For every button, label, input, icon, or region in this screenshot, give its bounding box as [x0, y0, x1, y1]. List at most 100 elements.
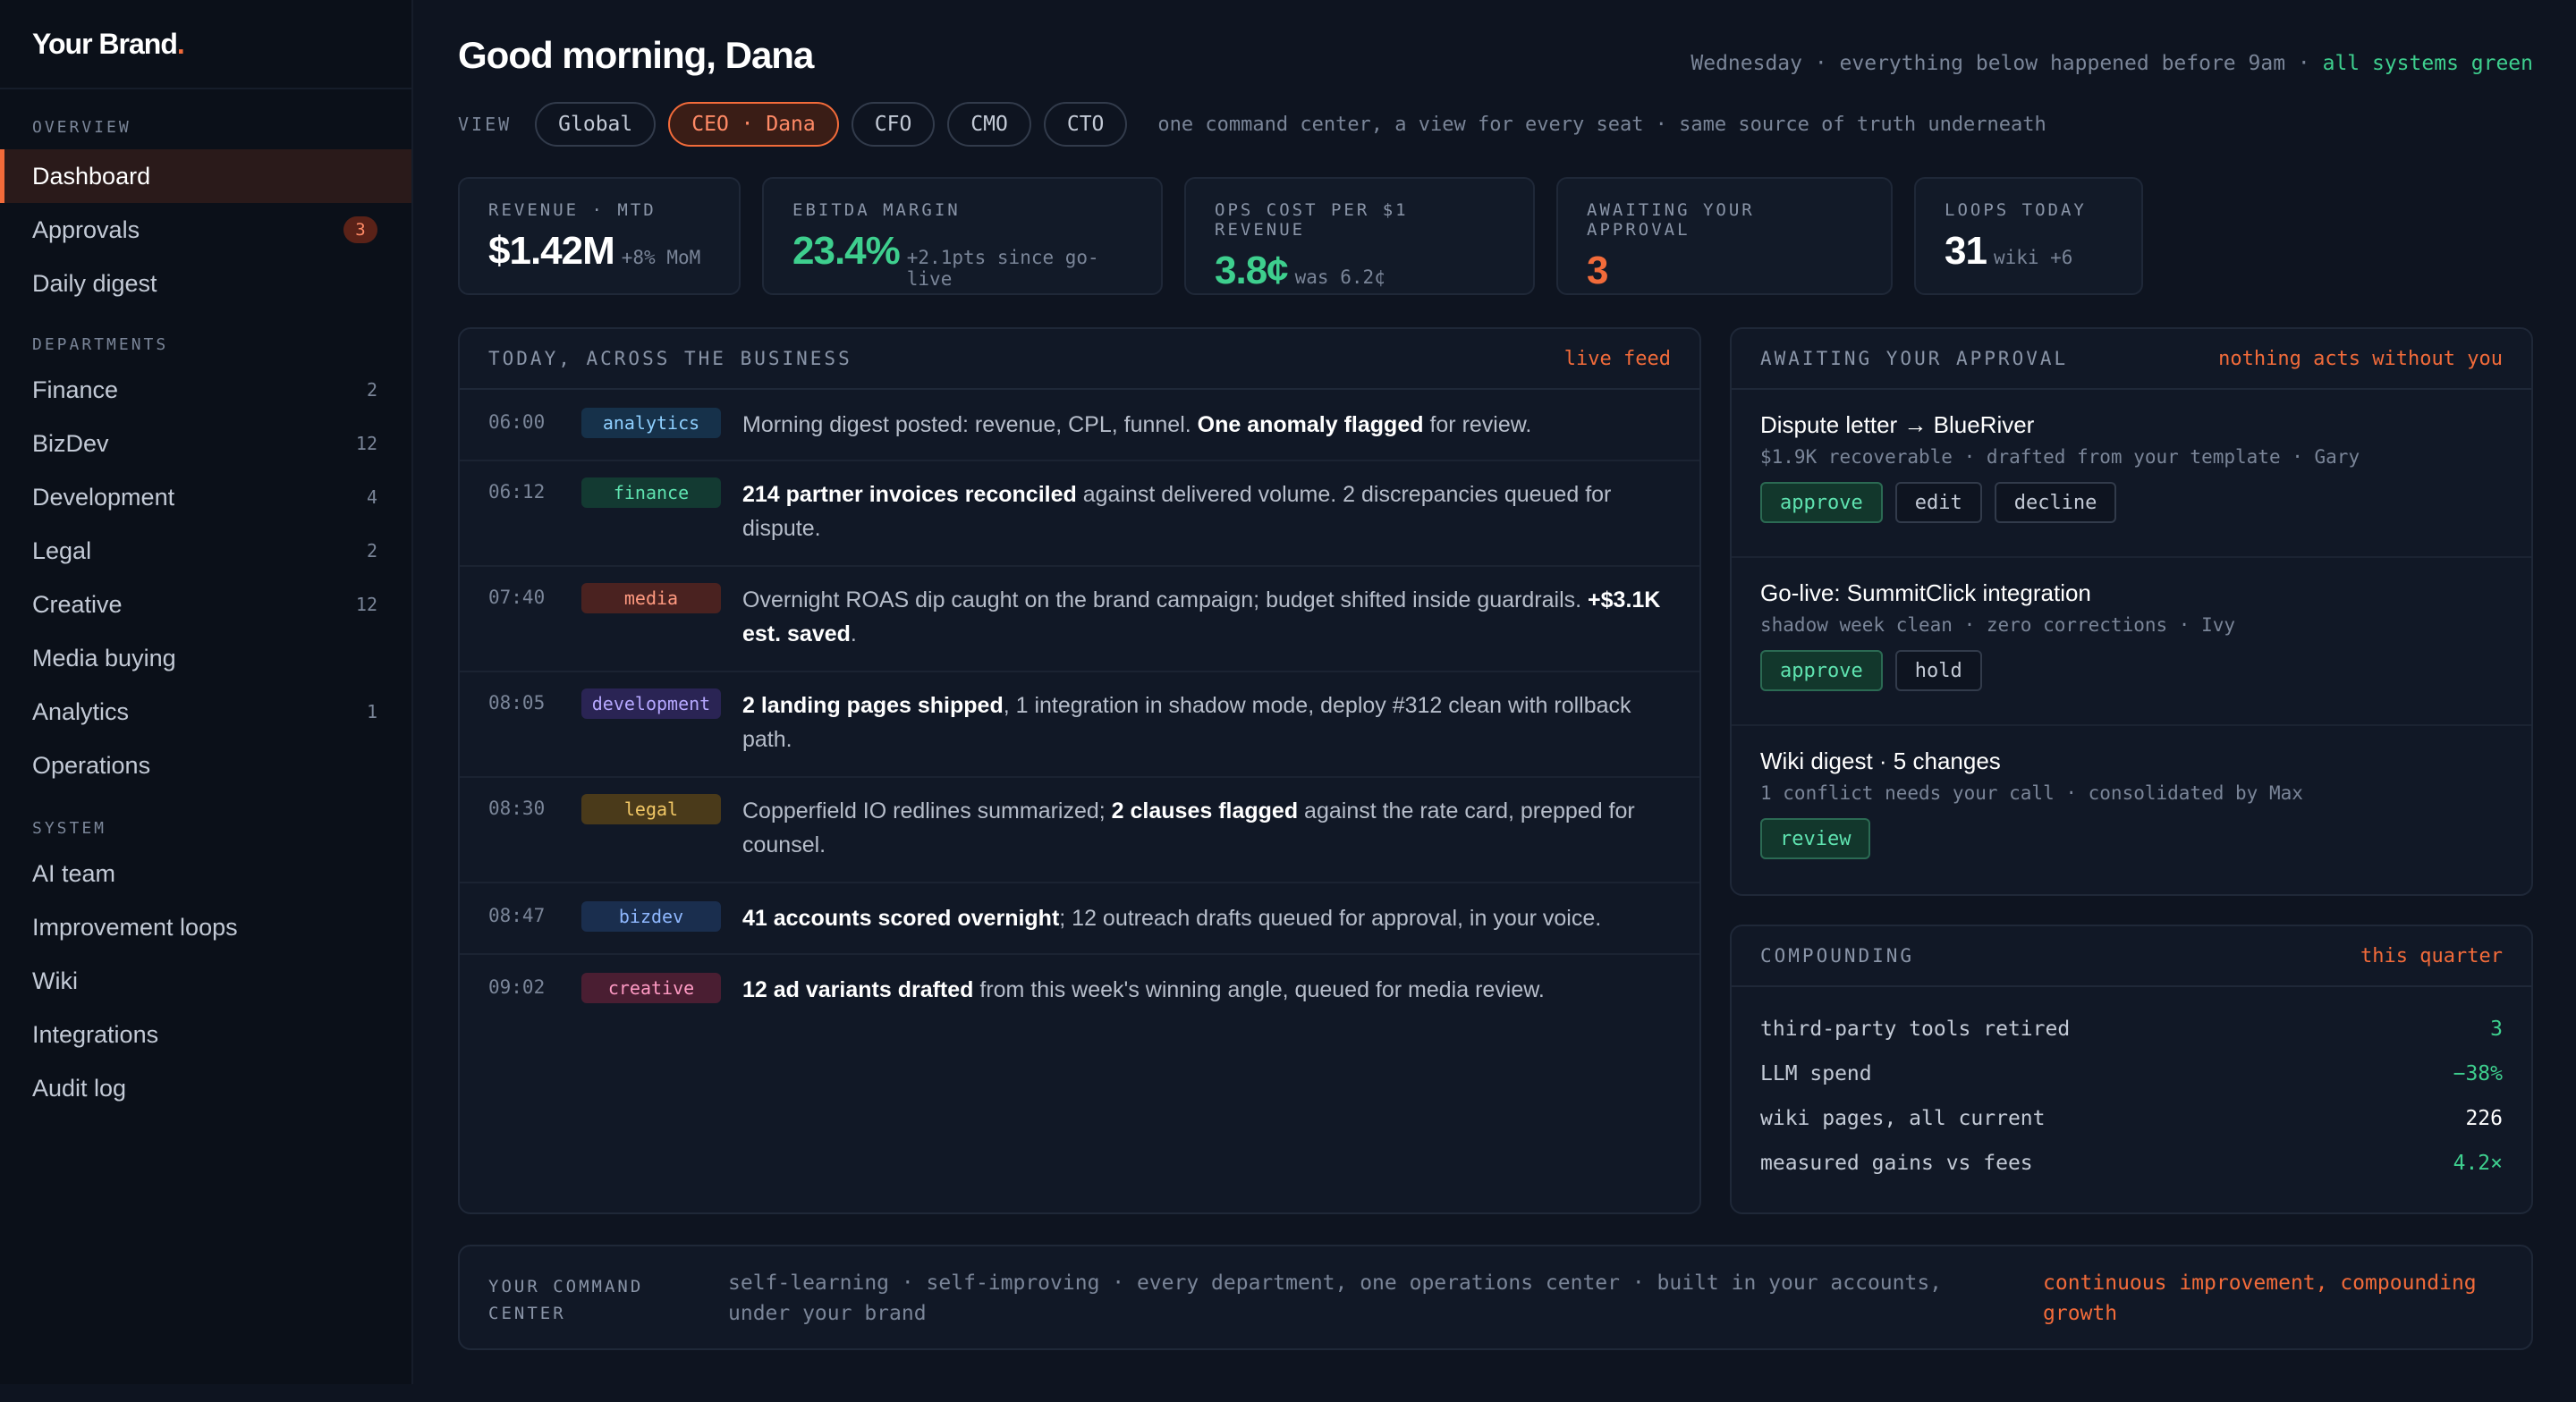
sidebar-item-label: Audit log [32, 1074, 127, 1102]
kpi-sub: was 6.2¢ [1294, 266, 1385, 288]
review-button[interactable]: review [1760, 818, 1871, 859]
sidebar-item-label: Daily digest [32, 269, 157, 297]
dept-tag-media: media [581, 583, 721, 613]
sidebar-item-improvement-loops[interactable]: Improvement loops [0, 900, 411, 954]
feed-item[interactable]: 06:12 finance 214 partner invoices recon… [460, 461, 1699, 567]
feed-time: 08:30 [488, 798, 546, 819]
approvals-tag: nothing acts without you [2218, 347, 2503, 370]
live-feed-tag: live feed [1563, 347, 1671, 370]
feed-item[interactable]: 06:00 analytics Morning digest posted: r… [460, 390, 1699, 461]
feed-time: 06:12 [488, 481, 546, 503]
status-line: Wednesday · everything below happened be… [1690, 52, 2533, 75]
sidebar-item-approvals[interactable]: Approvals 3 [0, 203, 411, 257]
dept-tag-development: development [581, 688, 721, 719]
decline-button[interactable]: decline [1994, 482, 2117, 523]
kpi-sub: wiki +6 [1993, 247, 2073, 268]
nav-section-overview: OVERVIEW [32, 118, 131, 137]
approve-button[interactable]: approve [1760, 650, 1883, 691]
sidebar-item-label: Development [32, 483, 175, 511]
approval-sub: 1 conflict needs your call · consolidate… [1760, 782, 2303, 804]
compounding-row: LLM spend −38% [1732, 1052, 2531, 1096]
sidebar-item-legal[interactable]: Legal 2 [0, 524, 411, 578]
brand-dot: . [176, 27, 185, 60]
approval-sub: $1.9K recoverable · drafted from your te… [1760, 446, 2360, 468]
panel-title: AWAITING YOUR APPROVAL [1760, 348, 2069, 369]
sidebar-item-audit-log[interactable]: Audit log [0, 1061, 411, 1115]
feed-text: 41 accounts scored overnight; 12 outreac… [742, 906, 1602, 931]
view-switcher: VIEW Global CEO · Dana CFO CMO CTO one c… [458, 102, 2046, 147]
compounding-row: measured gains vs fees 4.2× [1732, 1141, 2531, 1186]
approvals-panel: AWAITING YOUR APPROVAL nothing acts with… [1730, 327, 2533, 896]
sidebar-item-ai-team[interactable]: AI team [0, 847, 411, 900]
sidebar-item-dashboard[interactable]: Dashboard [0, 149, 411, 203]
approval-title: Dispute letter → BlueRiver [1760, 411, 2035, 438]
approve-button[interactable]: approve [1760, 482, 1883, 523]
sidebar-item-finance[interactable]: Finance 2 [0, 363, 411, 417]
compounding-panel: COMPOUNDING this quarter third-party too… [1730, 925, 2533, 1214]
compounding-value: −38% [2453, 1062, 2503, 1085]
sidebar-item-daily-digest[interactable]: Daily digest [0, 257, 411, 310]
compounding-row: wiki pages, all current 226 [1732, 1096, 2531, 1141]
sidebar-item-analytics[interactable]: Analytics 1 [0, 685, 411, 739]
feed-text: Overnight ROAS dip caught on the brand c… [742, 587, 1661, 646]
brand-logo[interactable]: Your Brand. [0, 0, 411, 89]
page-title: Good morning, Dana [458, 34, 814, 76]
hold-button[interactable]: hold [1894, 650, 1982, 691]
kpi-awaiting-approval[interactable]: AWAITING YOUR APPROVAL 3 [1556, 177, 1893, 295]
feed-item[interactable]: 08:30 legal Copperfield IO redlines summ… [460, 778, 1699, 883]
dept-tag-analytics: analytics [581, 408, 721, 438]
approval-item: Dispute letter → BlueRiver $1.9K recover… [1732, 390, 2531, 558]
systems-status: all systems green [2322, 52, 2533, 75]
view-note: one command center, a view for every sea… [1157, 113, 2046, 136]
feed-time: 06:00 [488, 411, 546, 433]
compounding-label: wiki pages, all current [1760, 1107, 2046, 1130]
sidebar: Your Brand. OVERVIEW Dashboard Approvals… [0, 0, 413, 1384]
sidebar-item-bizdev[interactable]: BizDev 12 [0, 417, 411, 470]
compounding-label: measured gains vs fees [1760, 1152, 2033, 1175]
sidebar-item-count: 1 [366, 701, 377, 722]
sidebar-item-label: BizDev [32, 429, 109, 457]
feed-item[interactable]: 07:40 media Overnight ROAS dip caught on… [460, 567, 1699, 672]
kpi-label: OPS COST PER $1 REVENUE [1215, 200, 1409, 240]
feed-item[interactable]: 08:47 bizdev 41 accounts scored overnigh… [460, 883, 1699, 955]
sidebar-item-count: 12 [355, 594, 377, 615]
kpi-value: $1.42M [488, 229, 615, 273]
sidebar-item-label: Operations [32, 751, 151, 779]
sidebar-item-development[interactable]: Development 4 [0, 470, 411, 524]
sidebar-item-creative[interactable]: Creative 12 [0, 578, 411, 631]
kpi-value: 3.8¢ [1215, 249, 1289, 292]
dept-tag-bizdev: bizdev [581, 901, 721, 932]
feed-time: 08:47 [488, 905, 546, 926]
footer-tag: continuous improvement, compounding grow… [2043, 1271, 2477, 1325]
feed-time: 08:05 [488, 692, 546, 714]
kpi-value: 3 [1587, 249, 1609, 292]
kpi-value: 23.4% [792, 229, 901, 273]
sidebar-item-label: Integrations [32, 1020, 159, 1048]
compounding-label: third-party tools retired [1760, 1018, 2071, 1041]
sidebar-item-label: Finance [32, 376, 119, 403]
edit-button[interactable]: edit [1894, 482, 1982, 523]
sidebar-item-media-buying[interactable]: Media buying [0, 631, 411, 685]
kpi-label: LOOPS TODAY [1945, 200, 2087, 220]
view-chip-cmo[interactable]: CMO [947, 102, 1031, 147]
kpi-value: 31 [1945, 229, 1987, 273]
view-chip-cfo[interactable]: CFO [851, 102, 936, 147]
dept-tag-creative: creative [581, 973, 721, 1003]
sidebar-item-wiki[interactable]: Wiki [0, 954, 411, 1008]
compounding-value: 3 [2490, 1018, 2503, 1041]
compounding-label: LLM spend [1760, 1062, 1872, 1085]
brand-name: Your Brand [32, 27, 178, 60]
feed-item[interactable]: 08:05 development 2 landing pages shippe… [460, 672, 1699, 778]
sidebar-item-count: 2 [366, 379, 377, 401]
sidebar-item-integrations[interactable]: Integrations [0, 1008, 411, 1061]
kpi-loops-today: LOOPS TODAY 31 wiki +6 [1914, 177, 2143, 295]
feed-text: 2 landing pages shipped, 1 integration i… [742, 693, 1631, 752]
kpi-revenue: REVENUE · MTD $1.42M +8% MoM [458, 177, 741, 295]
view-chip-ceo[interactable]: CEO · Dana [668, 102, 839, 147]
kpi-ebitda-margin: EBITDA MARGIN 23.4% +2.1pts since go-liv… [762, 177, 1163, 295]
sidebar-item-label: Media buying [32, 644, 176, 671]
feed-item[interactable]: 09:02 creative 12 ad variants drafted fr… [460, 955, 1699, 1026]
view-chip-global[interactable]: Global [535, 102, 657, 147]
sidebar-item-operations[interactable]: Operations [0, 739, 411, 792]
view-chip-cto[interactable]: CTO [1043, 102, 1128, 147]
